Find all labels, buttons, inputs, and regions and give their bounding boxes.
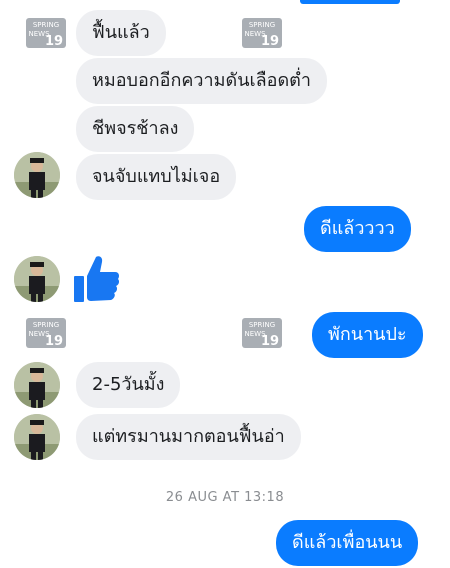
spring-news-watermark-logo: SPRING NEWS 19 bbox=[242, 18, 282, 48]
svg-text:19: 19 bbox=[45, 34, 63, 48]
chat-thread: SPRING NEWS 19 SPRING NEWS 19 SPRING NEWS 19 S… bbox=[0, 0, 450, 568]
svg-text:19: 19 bbox=[45, 334, 63, 348]
svg-text:SPRING: SPRING bbox=[33, 321, 59, 329]
message-bubble-sent[interactable]: พักนานปะ bbox=[312, 312, 423, 358]
svg-text:19: 19 bbox=[261, 334, 279, 348]
message-bubble-received[interactable]: จนจับแทบไม่เจอ bbox=[76, 154, 237, 200]
contact-avatar[interactable] bbox=[14, 256, 60, 302]
spring-news-watermark-logo: SPRING NEWS 19 bbox=[26, 318, 66, 348]
sent-bubble-edge bbox=[300, 0, 400, 4]
contact-avatar[interactable] bbox=[14, 414, 60, 460]
svg-text:19: 19 bbox=[261, 34, 279, 48]
spring-news-watermark-logo: SPRING NEWS 19 bbox=[26, 18, 66, 48]
message-bubble-sent[interactable]: ดีแล้วววว bbox=[304, 206, 411, 252]
message-bubble-sent[interactable]: ดีแล้วเพื่อนนน bbox=[276, 520, 419, 566]
message-timestamp: 26 AUG AT 13:18 bbox=[165, 490, 285, 505]
message-bubble-received[interactable]: ชีพจรช้าลง bbox=[76, 106, 195, 152]
svg-text:SPRING: SPRING bbox=[249, 321, 275, 329]
spring-news-watermark-logo: SPRING NEWS 19 bbox=[242, 318, 282, 348]
message-bubble-received[interactable]: หมอบอกอีกความดันเลือดต่ำ bbox=[76, 58, 327, 104]
contact-avatar[interactable] bbox=[14, 152, 60, 198]
contact-avatar[interactable] bbox=[14, 362, 60, 408]
message-bubble-received[interactable]: แต่ทรมานมากตอนฟื้นอ่า bbox=[76, 414, 301, 460]
svg-text:SPRING: SPRING bbox=[249, 21, 275, 29]
svg-text:SPRING: SPRING bbox=[33, 21, 59, 29]
message-bubble-received[interactable]: 2-5วันมั้ง bbox=[76, 362, 181, 408]
thumbs-up-icon[interactable] bbox=[74, 254, 120, 304]
message-bubble-received[interactable]: ฟื้นแล้ว bbox=[76, 10, 166, 56]
